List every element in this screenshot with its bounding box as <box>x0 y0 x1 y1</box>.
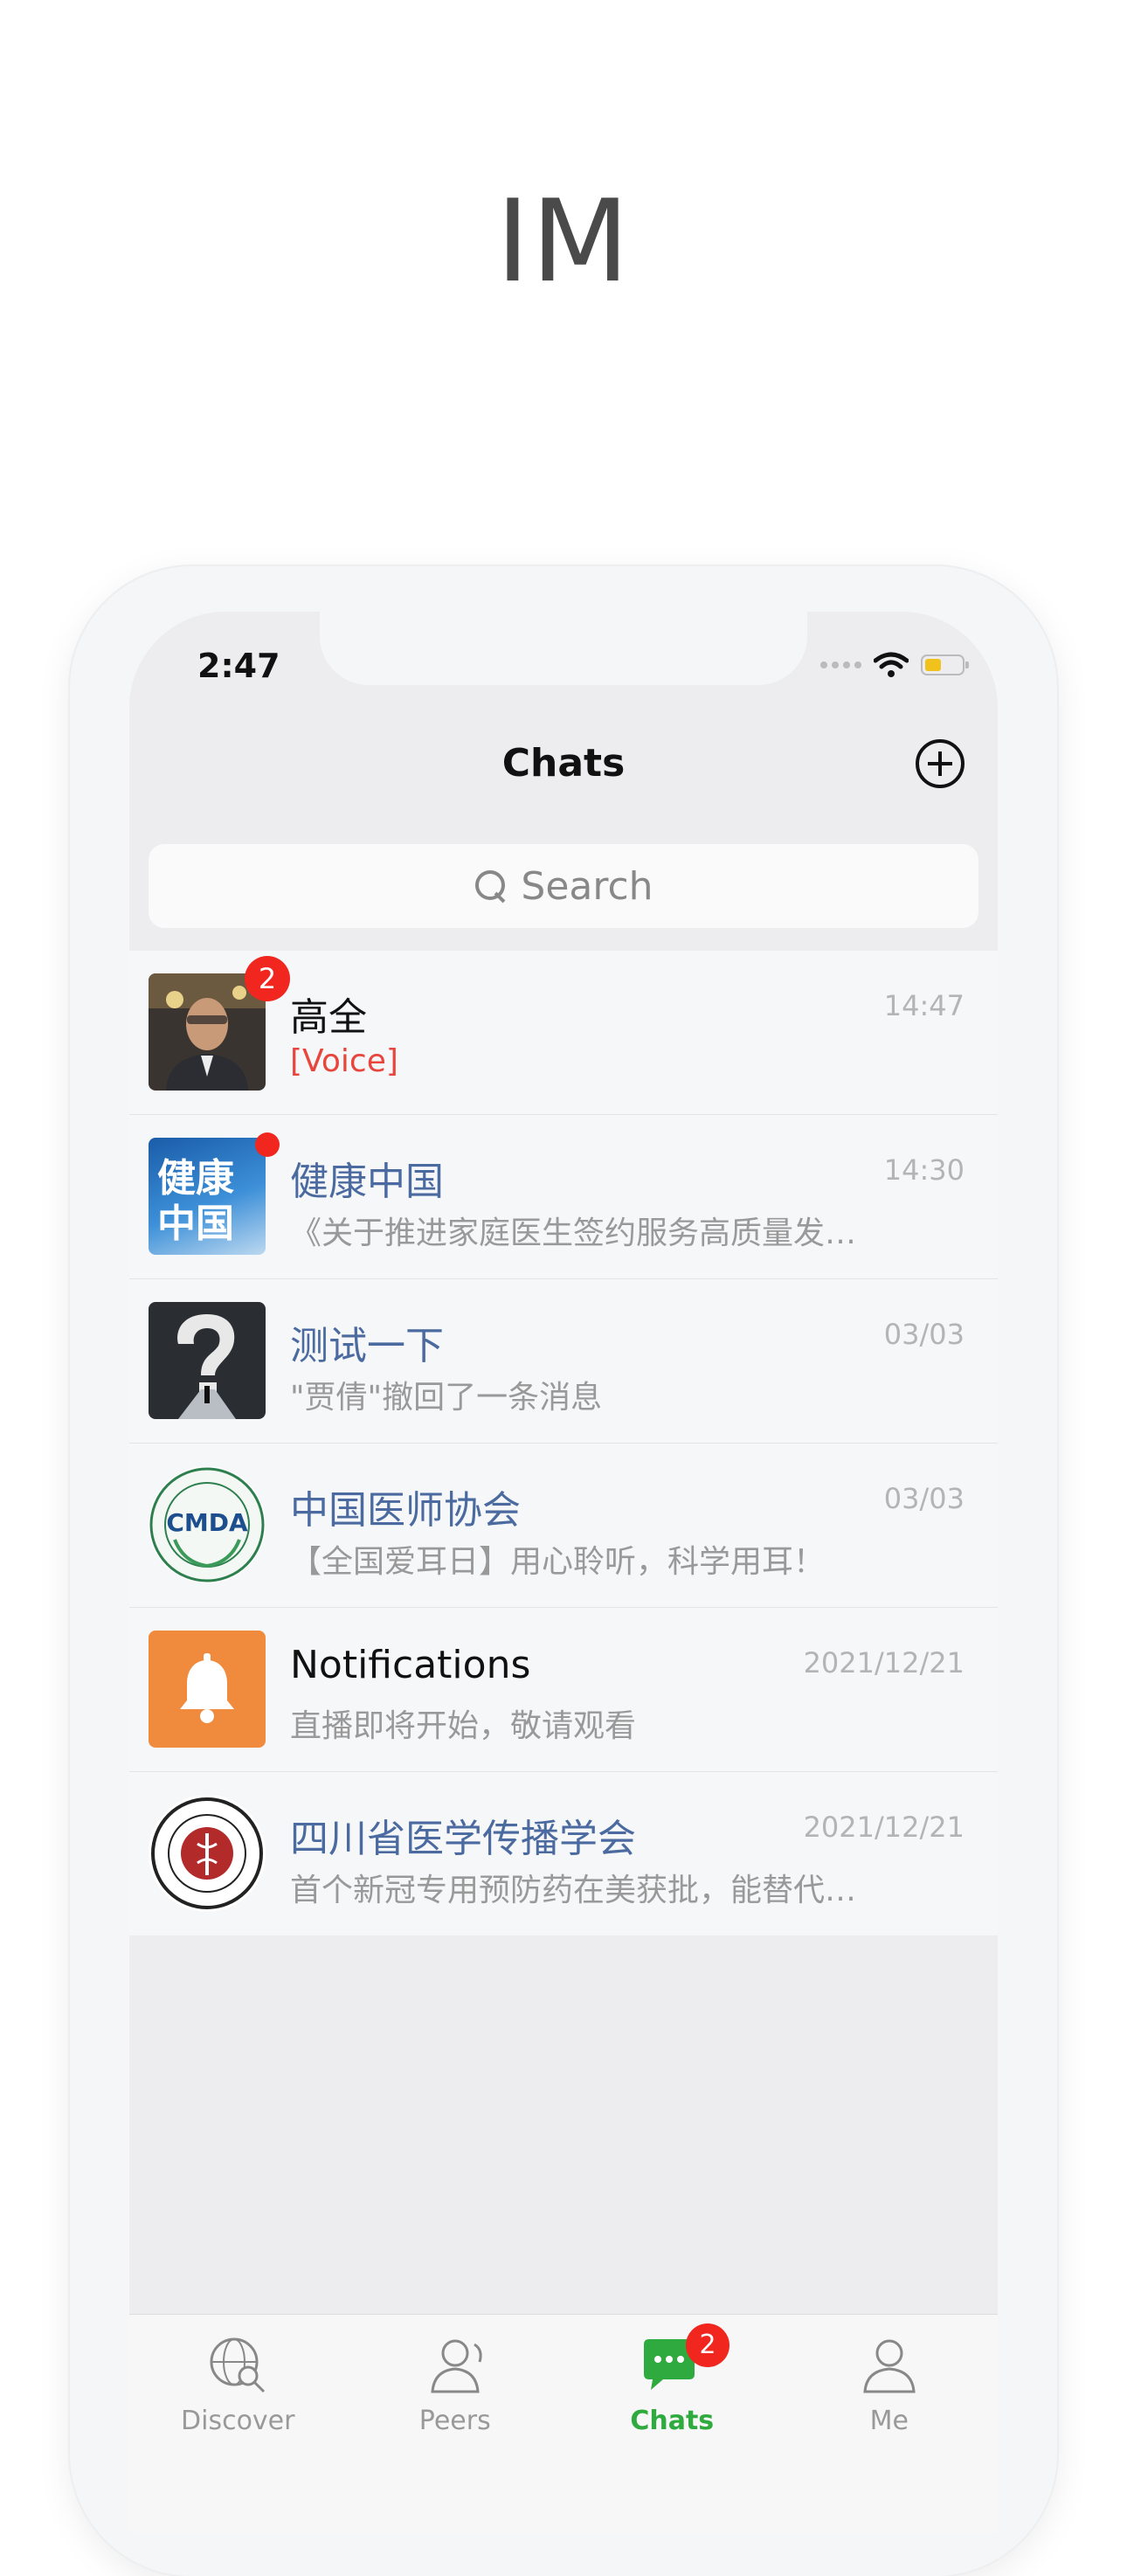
chat-name: Notifications <box>290 1643 531 1687</box>
avatar-question-mark <box>149 1302 266 1419</box>
chat-preview: 直播即将开始，敬请观看 <box>290 1708 637 1744</box>
chat-time: 03/03 <box>883 1482 965 1515</box>
chat-time: 14:47 <box>883 989 965 1022</box>
chat-list: 2 高全 14:47 [Voice] 健康 中国 健康中国 14:30 《关于推… <box>129 951 998 1935</box>
notch <box>320 612 807 685</box>
tab-chats[interactable]: 2 Chats <box>564 2315 781 2534</box>
search-icon <box>474 869 508 904</box>
chat-name: 健康中国 <box>290 1160 444 1204</box>
chat-preview: "贾倩"撤回了一条消息 <box>290 1380 603 1416</box>
tab-peers[interactable]: Peers <box>347 2315 564 2534</box>
hero-title: IM <box>495 175 632 308</box>
phone-screen: 2:47 Chats Search 2 高全 14:47 [Voice] 健康 … <box>129 612 998 2534</box>
signal-icon <box>820 661 861 668</box>
chat-preview: [Voice] <box>290 1043 398 1079</box>
tab-label: Discover <box>181 2406 295 2436</box>
globe-search-icon <box>210 2337 266 2393</box>
chat-preview: 首个新冠专用预防药在美获批，能替代… <box>290 1873 857 1908</box>
bell-icon <box>180 1653 234 1723</box>
avatar-text: CMDA <box>166 1508 248 1537</box>
tab-bar: Discover Peers 2 Chats Me <box>129 2314 998 2534</box>
chat-row[interactable]: CMDA 中国医师协会 03/03 【全国爱耳日】用心聆听，科学用耳！ <box>129 1444 998 1608</box>
chat-preview: 《关于推进家庭医生签约服务高质量发… <box>290 1215 857 1251</box>
tab-label: Peers <box>418 2406 491 2436</box>
chat-name: 高全 <box>290 995 367 1040</box>
person-icon <box>863 2339 916 2393</box>
status-time: 2:47 <box>197 647 280 685</box>
chat-time: 03/03 <box>883 1318 965 1351</box>
chat-time: 2021/12/21 <box>803 1646 965 1679</box>
tab-me[interactable]: Me <box>781 2315 999 2534</box>
avatar-cmda: CMDA <box>149 1466 266 1583</box>
unread-badge: 2 <box>245 956 290 1001</box>
avatar-jiankang-zhongguo: 健康 中国 <box>149 1138 266 1255</box>
people-icon <box>431 2339 482 2393</box>
chat-row[interactable]: Notifications 2021/12/21 直播即将开始，敬请观看 <box>129 1608 998 1772</box>
chat-row[interactable]: 2 高全 14:47 [Voice] <box>129 951 998 1115</box>
wifi-icon <box>874 652 909 677</box>
avatar-text: 中国 <box>157 1201 234 1246</box>
search-bar[interactable]: Search <box>149 844 978 928</box>
chat-time: 2021/12/21 <box>803 1811 965 1844</box>
status-icons <box>820 652 969 678</box>
search-placeholder: Search <box>521 863 653 909</box>
chat-preview: 【全国爱耳日】用心聆听，科学用耳！ <box>290 1544 826 1580</box>
avatar-notifications <box>149 1631 266 1748</box>
chat-name: 测试一下 <box>290 1324 444 1368</box>
chat-time: 14:30 <box>883 1153 965 1187</box>
add-button[interactable] <box>916 739 965 788</box>
avatar-seal-logo <box>149 1795 266 1912</box>
chat-name: 中国医师协会 <box>290 1488 521 1533</box>
chat-name: 四川省医学传播学会 <box>290 1817 636 1861</box>
unread-dot <box>255 1132 280 1157</box>
page-title: Chats <box>501 741 626 786</box>
tab-discover[interactable]: Discover <box>129 2315 347 2534</box>
tab-label: Me <box>869 2406 909 2436</box>
chat-row[interactable]: 四川省医学传播学会 2021/12/21 首个新冠专用预防药在美获批，能替代… <box>129 1772 998 1935</box>
tab-label: Chats <box>630 2406 715 2436</box>
chat-row[interactable]: 健康 中国 健康中国 14:30 《关于推进家庭医生签约服务高质量发… <box>129 1115 998 1279</box>
chat-row[interactable]: 测试一下 03/03 "贾倩"撤回了一条消息 <box>129 1279 998 1444</box>
unread-badge: 2 <box>686 2323 729 2367</box>
battery-icon <box>921 654 969 675</box>
